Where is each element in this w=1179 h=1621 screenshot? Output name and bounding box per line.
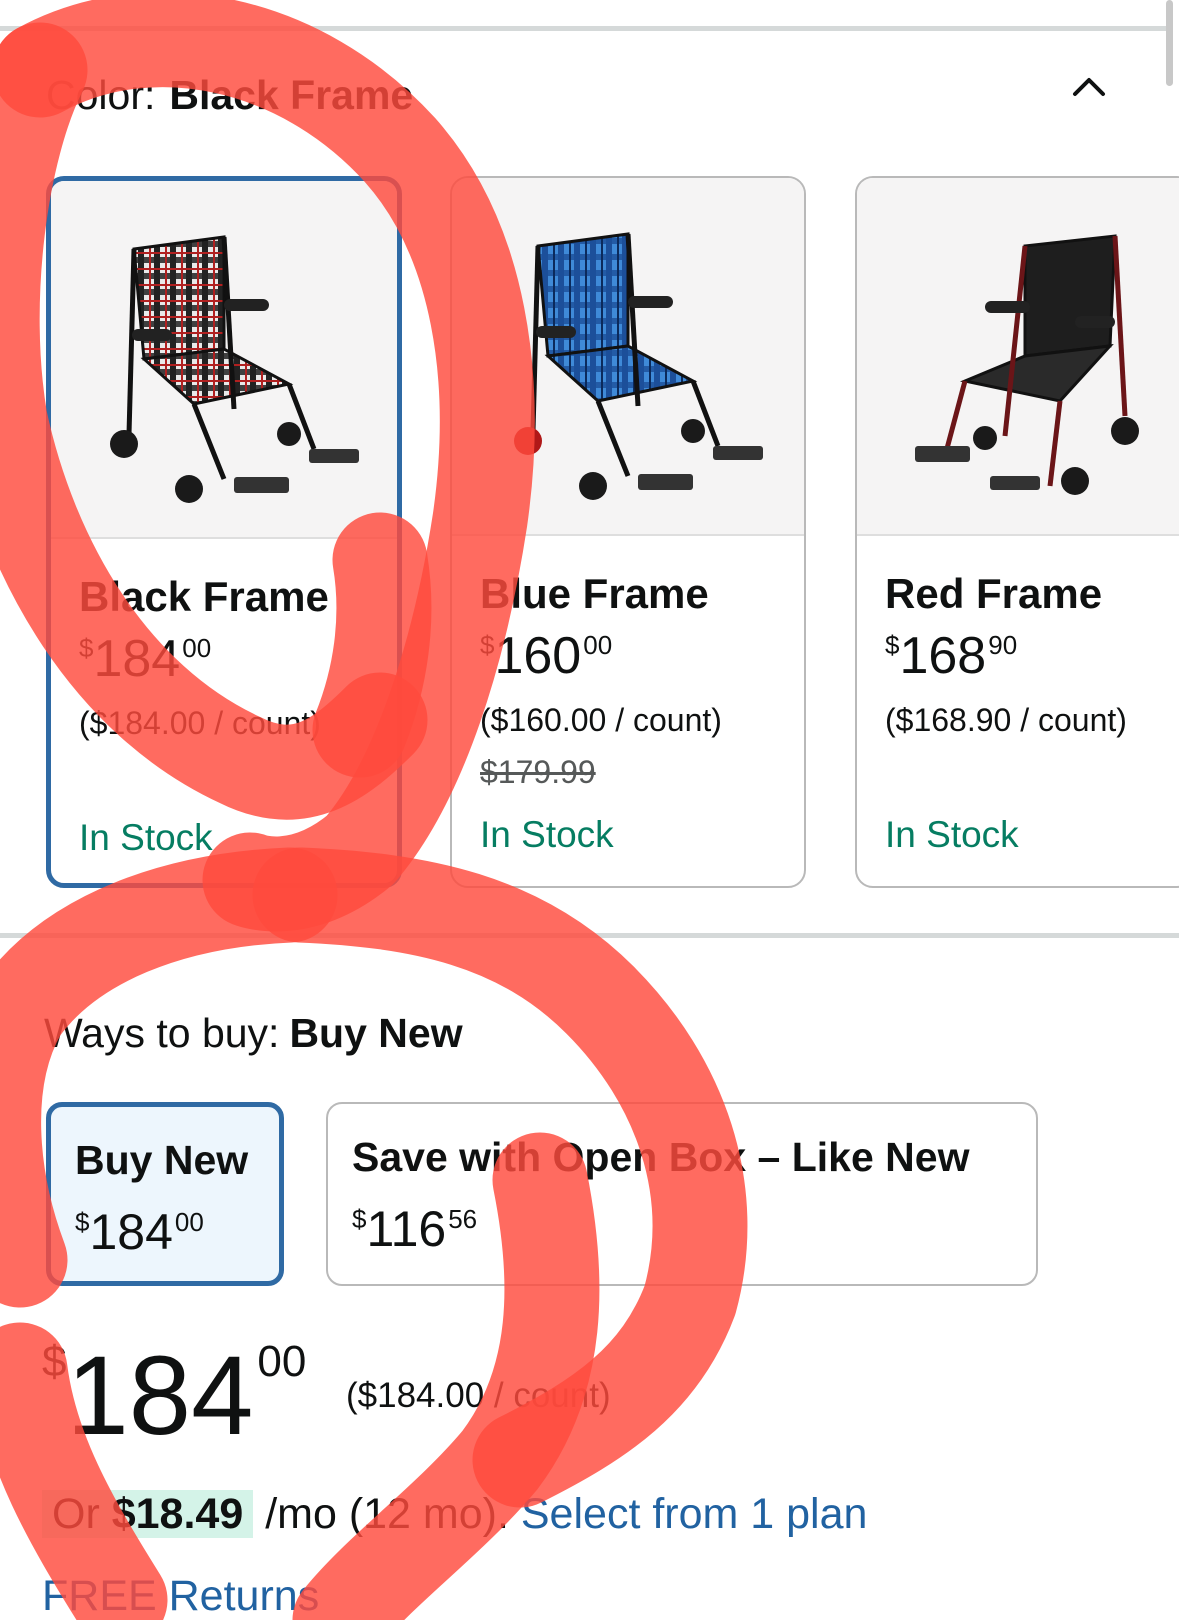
financing-highlight: Or $18.49 [42, 1490, 254, 1538]
open-box-option[interactable]: Save with Open Box – Like New $11656 [326, 1102, 1038, 1286]
chevron-up-icon[interactable] [1072, 70, 1106, 104]
financing-line: Or $18.49 /mo (12 mo). Select from 1 pla… [42, 1490, 867, 1539]
variant-list-price: $179.99 [480, 754, 596, 790]
color-value: Black Frame [169, 72, 414, 118]
variant-price: $18400 [79, 630, 212, 688]
variant-price: $16890 [885, 627, 1018, 685]
product-image [857, 178, 1179, 536]
scrollbar[interactable] [1166, 0, 1173, 86]
variant-card-red[interactable]: Red Frame $16890 ($168.90 / count) In St… [855, 176, 1179, 888]
buy-new-option[interactable]: Buy New $18400 [46, 1102, 284, 1286]
wheelchair-image-blue [514, 232, 763, 500]
top-divider [0, 26, 1166, 31]
variant-unit-price: ($160.00 / count) [480, 702, 722, 738]
stock-status: In Stock [79, 817, 213, 858]
wheelchair-image-red [915, 234, 1139, 495]
ways-value: Buy New [289, 1010, 463, 1056]
option-title: Save with Open Box – Like New [352, 1134, 970, 1180]
variant-name: Black Frame [79, 573, 329, 620]
option-price: $11656 [352, 1201, 478, 1257]
stock-status: In Stock [480, 814, 614, 855]
product-image [51, 181, 397, 539]
variant-card-blue[interactable]: Blue Frame $16000 ($160.00 / count) $179… [450, 176, 806, 888]
select-plan-link[interactable]: Select from 1 plan [521, 1490, 868, 1538]
variant-name: Red Frame [885, 570, 1103, 617]
color-label: Color: [46, 72, 156, 118]
financing-term: /mo (12 mo). [253, 1490, 521, 1538]
wheelchair-image-black [110, 235, 359, 503]
product-image [452, 178, 804, 536]
option-price: $18400 [75, 1204, 204, 1260]
ways-label: Ways to buy: [44, 1010, 280, 1056]
ways-to-buy-label: Ways to buy: Buy New [44, 1010, 463, 1057]
free-returns-link[interactable]: FREE Returns [42, 1572, 319, 1621]
main-price: $18400 [42, 1333, 307, 1458]
stock-status: In Stock [885, 814, 1019, 855]
color-selection-label: Color: Black Frame [46, 72, 413, 119]
variant-unit-price: ($168.90 / count) [885, 702, 1127, 738]
main-unit-price: ($184.00 / count) [346, 1376, 611, 1415]
section-divider [0, 933, 1179, 938]
variant-card-black[interactable]: Black Frame $18400 ($184.00 / count) In … [46, 176, 402, 888]
variant-price: $16000 [480, 627, 613, 685]
variant-unit-price: ($184.00 / count) [79, 705, 321, 741]
option-title: Buy New [75, 1137, 249, 1183]
variant-name: Blue Frame [480, 570, 709, 617]
